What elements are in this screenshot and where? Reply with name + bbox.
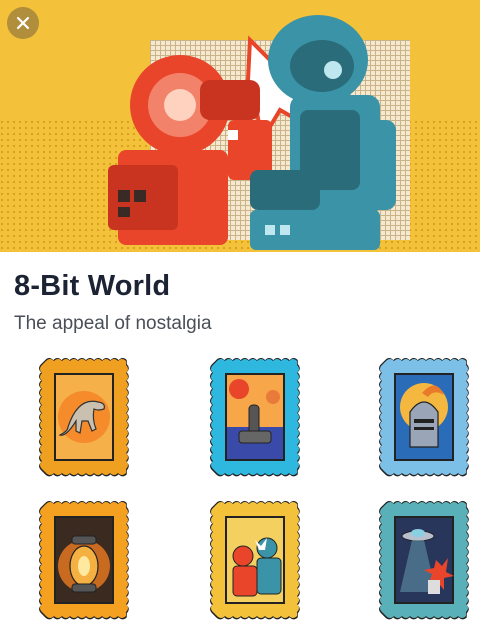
stamp-ufo[interactable] <box>378 500 470 620</box>
stamp-joystick[interactable] <box>209 357 301 477</box>
collection-title: 8-Bit World <box>14 270 171 302</box>
stamp-dinosaur[interactable] <box>38 357 130 477</box>
hero-banner <box>0 0 480 252</box>
stamp-boxing-robots[interactable] <box>209 500 301 620</box>
lantern-icon <box>69 535 99 593</box>
boxing-robots-illustration <box>0 0 480 252</box>
close-button[interactable] <box>7 7 39 39</box>
stamp-knight[interactable] <box>378 357 470 477</box>
stamp-lantern[interactable] <box>38 500 130 620</box>
robots-icon <box>232 537 282 597</box>
collection-subtitle: The appeal of nostalgia <box>14 313 212 334</box>
close-icon <box>16 16 30 30</box>
